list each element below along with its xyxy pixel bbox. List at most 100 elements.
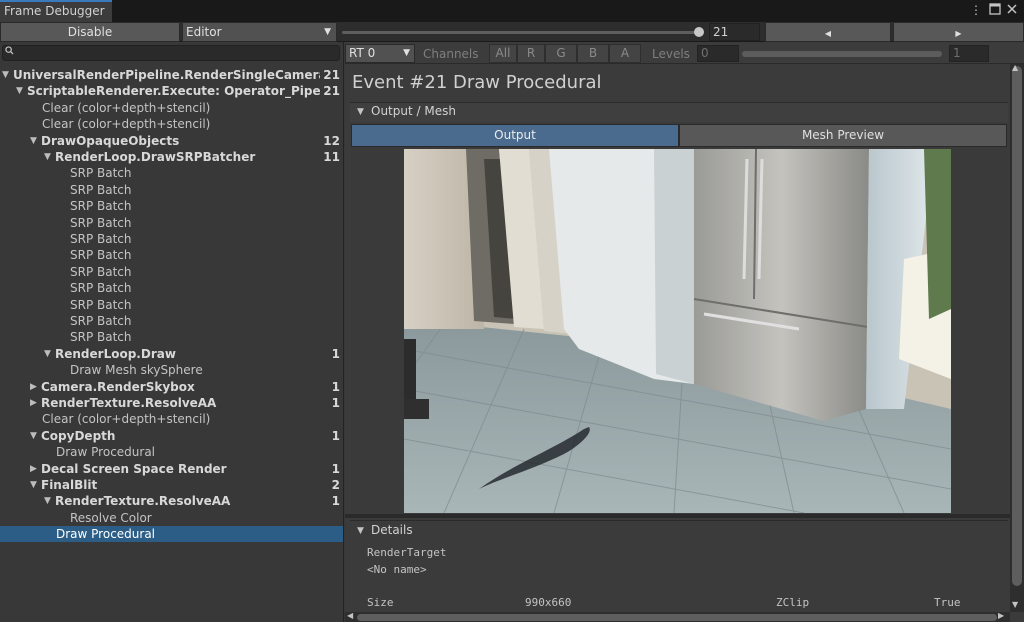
scroll-left-icon[interactable]: ◀ xyxy=(347,611,353,620)
target-dropdown[interactable]: Editor ▼ xyxy=(182,22,337,42)
tree-row[interactable]: ▼ RenderLoop.DrawSRPBatcher 11 xyxy=(0,149,343,165)
tree-row[interactable]: ▼ RenderLoop.Draw 1 xyxy=(0,346,343,362)
search-input[interactable] xyxy=(2,45,340,61)
tree-row[interactable]: SRP Batch xyxy=(0,264,343,280)
event-slider-thumb[interactable] xyxy=(694,27,704,37)
tree-row-label: SRP Batch xyxy=(70,281,132,296)
tree-row-label: CopyDepth xyxy=(41,428,116,443)
details-header[interactable] xyxy=(350,520,1008,540)
vertical-scrollbar-thumb[interactable] xyxy=(1012,66,1022,586)
foldout-right-icon[interactable]: ▶ xyxy=(30,461,40,477)
tree-row-label: FinalBlit xyxy=(41,478,98,492)
channel-r-button[interactable]: R xyxy=(517,44,545,63)
tab-mesh-preview[interactable]: Mesh Preview xyxy=(679,124,1007,147)
tree-row[interactable]: Clear (color+depth+stencil) xyxy=(0,411,343,427)
tree-row[interactable]: ▼ DrawOpaqueObjects 12 xyxy=(0,133,343,149)
tree-row-label: UniversalRenderPipeline.RenderSingleCame… xyxy=(13,68,320,82)
tree-row-count: 1 xyxy=(331,428,340,443)
horizontal-scrollbar-thumb[interactable] xyxy=(357,614,997,621)
tree-row[interactable]: SRP Batch xyxy=(0,182,343,198)
arrow-left-icon: ◀ xyxy=(824,29,832,38)
tree-row-count: 1 xyxy=(331,379,340,394)
target-dropdown-value: Editor xyxy=(186,25,222,39)
previous-event-button[interactable]: ◀ xyxy=(765,22,891,42)
tree-row[interactable]: ▶ Camera.RenderSkybox 1 xyxy=(0,379,343,395)
render-output-image xyxy=(404,149,951,513)
foldout-down-icon[interactable]: ▼ xyxy=(357,526,364,536)
levels-max-field[interactable]: 1 xyxy=(949,45,989,62)
tree-row[interactable]: ▼ RenderTexture.ResolveAA 1 xyxy=(0,493,343,509)
tree-row[interactable]: SRP Batch xyxy=(0,313,343,329)
tree-row[interactable]: SRP Batch xyxy=(0,247,343,263)
tree-row[interactable]: Draw Procedural xyxy=(0,444,343,460)
tree-row-label: SRP Batch xyxy=(70,215,132,230)
channel-b-button[interactable]: B xyxy=(577,44,609,63)
foldout-down-icon[interactable]: ▼ xyxy=(30,428,40,444)
levels-range-slider[interactable] xyxy=(742,51,942,57)
tree-row-label: SRP Batch xyxy=(70,232,132,246)
tree-row-count: 2 xyxy=(331,478,340,492)
event-slider-track[interactable] xyxy=(342,31,702,34)
foldout-down-icon[interactable]: ▼ xyxy=(30,477,40,493)
foldout-down-icon[interactable]: ▼ xyxy=(16,83,26,99)
foldout-down-icon[interactable]: ▼ xyxy=(44,493,54,509)
render-target-dropdown[interactable]: RT 0 ▼ xyxy=(345,44,415,63)
tree-row[interactable]: SRP Batch xyxy=(0,297,343,313)
levels-min-field[interactable]: 0 xyxy=(697,45,739,62)
tree-row-label: SRP Batch xyxy=(70,330,132,345)
tree-row-count: 1 xyxy=(331,494,340,509)
scroll-up-icon[interactable]: ▲ xyxy=(1012,63,1018,72)
tree-row[interactable]: ▼ FinalBlit 2 xyxy=(0,477,343,493)
next-event-button[interactable]: ▶ xyxy=(893,22,1024,42)
tree-row-count: 1 xyxy=(331,396,340,410)
tree-row[interactable]: Draw Mesh skySphere xyxy=(0,362,343,378)
tree-row[interactable]: SRP Batch xyxy=(0,215,343,231)
size-label: Size xyxy=(367,596,394,609)
channel-g-button[interactable]: G xyxy=(545,44,577,63)
maximize-icon[interactable] xyxy=(988,3,1002,17)
tab-output[interactable]: Output xyxy=(351,124,679,147)
channel-a-button[interactable]: A xyxy=(609,44,641,63)
foldout-down-icon[interactable]: ▼ xyxy=(2,67,12,83)
scroll-down-icon[interactable]: ▼ xyxy=(1012,600,1018,609)
kebab-icon[interactable]: ⋮ xyxy=(969,3,983,17)
foldout-right-icon[interactable]: ▶ xyxy=(30,379,40,395)
tree-row[interactable]: ▼ CopyDepth 1 xyxy=(0,428,343,444)
tree-row[interactable]: SRP Batch xyxy=(0,329,343,345)
tree-row[interactable]: Clear (color+depth+stencil) xyxy=(0,116,343,132)
tree-row[interactable]: SRP Batch xyxy=(0,165,343,181)
splitter[interactable] xyxy=(345,514,1010,518)
event-index-field[interactable]: 21 xyxy=(709,23,760,41)
close-icon[interactable] xyxy=(1005,3,1019,17)
render-target-label: RenderTarget xyxy=(367,546,447,559)
tree-row-label: SRP Batch xyxy=(70,297,132,312)
disable-button[interactable]: Disable xyxy=(0,22,180,42)
tree-row[interactable]: SRP Batch xyxy=(0,231,343,247)
tree-row[interactable]: Resolve Color xyxy=(0,510,343,526)
foldout-down-icon[interactable]: ▼ xyxy=(44,149,54,165)
tree-row-label: SRP Batch xyxy=(70,199,132,214)
channel-all-button[interactable]: All xyxy=(489,44,517,63)
foldout-down-icon[interactable]: ▼ xyxy=(357,107,364,117)
tree-row-label: SRP Batch xyxy=(70,166,132,181)
tree-row[interactable]: ▶ Decal Screen Space Render 1 xyxy=(0,461,343,477)
tree-row-label: Draw Procedural xyxy=(56,445,156,460)
foldout-right-icon[interactable]: ▶ xyxy=(30,395,40,411)
size-value: 990x660 xyxy=(525,596,572,609)
tree-row-count: 1 xyxy=(331,346,340,361)
tree-row[interactable]: Clear (color+depth+stencil) xyxy=(0,100,343,116)
frame-debugger-tab[interactable]: Frame Debugger xyxy=(0,0,112,22)
foldout-down-icon[interactable]: ▼ xyxy=(44,346,54,362)
tree-row-count: 21 xyxy=(323,84,340,99)
tree-row[interactable]: SRP Batch xyxy=(0,280,343,296)
tree-row[interactable]: ▼ ScriptableRenderer.Execute: Operator_Pi… xyxy=(0,83,343,99)
tree-row-label: Camera.RenderSkybox xyxy=(41,379,195,394)
tree-row[interactable]: ▶ RenderTexture.ResolveAA 1 xyxy=(0,395,343,411)
tree-row-label: Draw Procedural xyxy=(56,527,156,542)
foldout-down-icon[interactable]: ▼ xyxy=(30,133,40,149)
tree-row[interactable]: SRP Batch xyxy=(0,198,343,214)
tree-row[interactable]: Draw Procedural xyxy=(0,526,343,543)
tree-row[interactable]: ▼ UniversalRenderPipeline.RenderSingleCam… xyxy=(0,67,343,83)
scroll-right-icon[interactable]: ▶ xyxy=(998,611,1004,620)
tree-row-label: RenderLoop.DrawSRPBatcher xyxy=(55,150,256,164)
